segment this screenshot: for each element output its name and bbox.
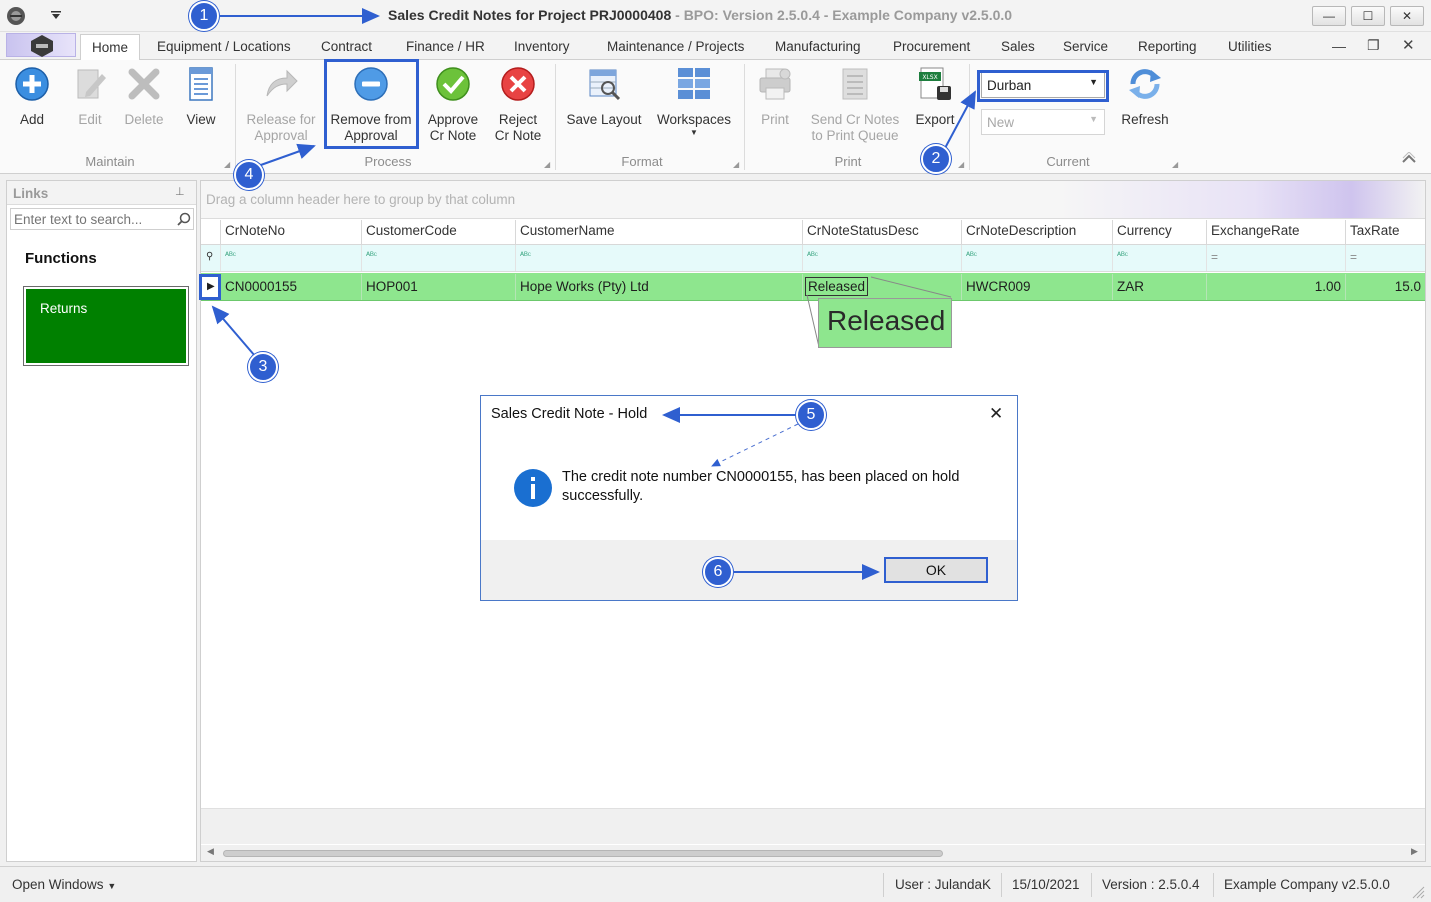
callout-marker-4: 4 [234,160,264,190]
callout-marker-2: 2 [921,144,951,174]
callout-marker-1: 1 [189,1,219,31]
callout-marker-5: 5 [796,400,826,430]
callout-marker-6: 6 [703,557,733,587]
callout-arrows [211,8,976,580]
callout-marker-3: 3 [248,352,278,382]
